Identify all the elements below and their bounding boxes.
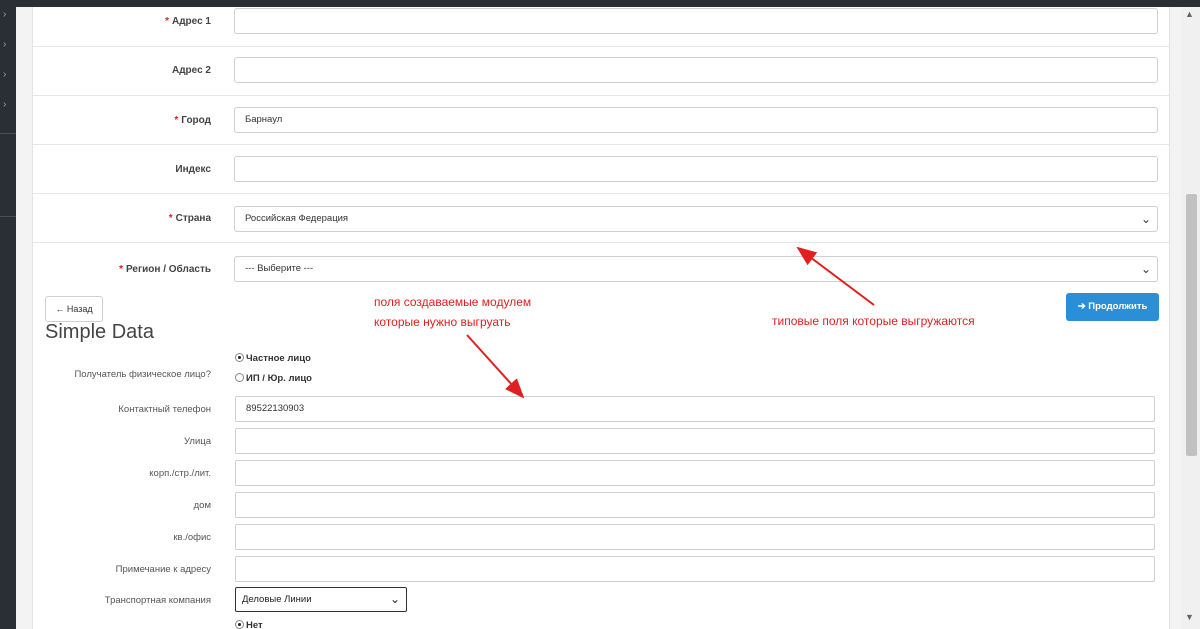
chevron-down-icon: ⌄ [1140,212,1151,226]
form-row-address1: * Адрес 1 [33,7,1169,47]
annotation-standard-fields: типовые поля которые выгружаются [772,314,975,328]
chevron-down-icon: ⌄ [389,592,400,606]
form-row-city: * Город Барнаул [33,96,1169,145]
transport-label: Транспортная компания [104,595,211,606]
sidebar-divider [0,133,16,217]
postcode-label: Индекс [175,164,211,175]
radio-unchecked-icon [235,372,244,382]
form-row-address2: Адрес 2 [33,47,1169,96]
country-select[interactable]: Российская Федерация ⌄ [234,206,1158,232]
country-label: * Страна [168,213,211,224]
section-title: Simple Data [45,321,154,343]
house-input[interactable] [235,492,1155,518]
region-label: * Регион / Область [119,264,211,275]
required-mark: * [165,16,169,27]
city-label: * Город [174,115,211,126]
chevron-down-icon: ⌄ [1140,262,1151,276]
radio-checked-icon [235,352,244,362]
radio-no[interactable]: Нет [235,619,263,629]
address-note-label: Примечание к адресу [115,564,211,575]
address2-input[interactable] [234,57,1158,83]
address2-label: Адрес 2 [171,65,211,76]
top-bar [0,0,1200,7]
transport-select-value: Деловые Линии [242,594,312,605]
annotation-line: которые нужно выгруать [374,315,511,329]
recipient-type-label: Получатель физическое лицо? [74,369,211,380]
continue-button[interactable]: ➔ Продолжить [1066,293,1159,321]
arrow-right-icon: ➔ [1077,301,1086,312]
form-row-country: * Страна Российская Федерация ⌄ [33,194,1169,243]
scroll-up-icon[interactable]: ▲ [1185,9,1194,19]
back-button-label: Назад [66,304,93,314]
address1-label: * Адрес 1 [165,16,211,27]
street-label: Улица [184,436,211,447]
required-mark: * [168,213,173,224]
radio-checked-icon [235,619,244,629]
chevron-right-icon[interactable]: › [3,10,13,20]
postcode-input[interactable] [234,156,1158,182]
radio-private-person[interactable]: Частное лицо [235,352,311,364]
apartment-input[interactable] [235,524,1155,550]
apartment-label: кв./офис [173,532,211,543]
required-mark: * [174,115,179,126]
required-mark: * [119,264,123,275]
checkout-panel: * Адрес 1 Адрес 2 * Город Барнаул Индекс *… [32,7,1170,629]
scroll-down-icon[interactable]: ▼ [1185,612,1194,622]
left-sidebar: › › › › [0,7,16,629]
annotation-line: поля создаваемые модулем [374,295,532,309]
house-label: дом [193,500,211,511]
scrollbar-thumb[interactable] [1186,194,1197,456]
city-input[interactable]: Барнаул [234,107,1158,133]
annotation-module-fields: поля создаваемые модулем которые нужно в… [374,292,531,332]
street-input[interactable] [235,428,1155,454]
building-input[interactable] [235,460,1155,486]
transport-select[interactable]: Деловые Линии ⌄ [235,587,407,612]
phone-input[interactable]: 89522130903 [235,396,1155,422]
arrow-left-icon: ← [55,304,65,314]
chevron-right-icon[interactable]: › [3,100,13,110]
region-select[interactable]: --- Выберите --- ⌄ [234,256,1158,282]
continue-button-label: Продолжить [1088,301,1148,312]
phone-label: Контактный телефон [118,404,211,415]
address1-input[interactable] [234,8,1158,34]
form-row-region: * Регион / Область --- Выберите --- ⌄ [33,243,1169,289]
chevron-right-icon[interactable]: › [3,40,13,50]
region-select-value: --- Выберите --- [245,263,314,274]
country-select-value: Российская Федерация [245,213,349,224]
form-row-postcode: Индекс [33,145,1169,194]
back-button[interactable]: ← Назад [45,296,103,322]
chevron-right-icon[interactable]: › [3,70,13,80]
address-note-input[interactable] [235,556,1155,582]
building-label: корп./стр./лит. [149,468,211,479]
radio-legal-entity[interactable]: ИП / Юр. лицо [235,372,312,384]
